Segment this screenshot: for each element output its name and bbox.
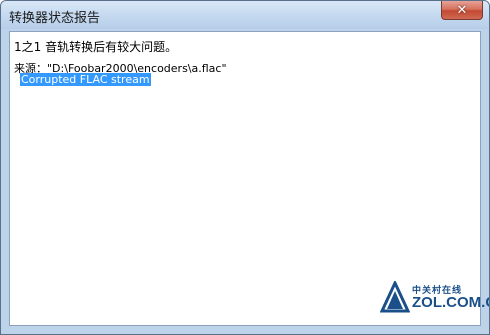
zol-watermark: 中关村在线 ZOL.COM.CN [380, 281, 489, 315]
window-title: 转换器状态报告 [9, 11, 101, 26]
error-message-selected[interactable]: Corrupted FLAC stream [20, 73, 151, 86]
watermark-en-text: ZOL.COM.CN [412, 294, 489, 311]
close-button[interactable]: ✕ [441, 1, 483, 20]
report-text-area[interactable]: 1之1 音轨转换后有较大问题。 来源："D:\Foobar2000\encode… [9, 31, 489, 326]
title-bar[interactable]: 转换器状态报告 ✕ [1, 1, 489, 29]
zol-logo-icon [380, 281, 410, 313]
converter-status-dialog: 转换器状态报告 ✕ 1之1 音轨转换后有较大问题。 来源："D:\Foobar2… [0, 0, 490, 335]
close-icon: ✕ [456, 2, 468, 18]
report-summary: 1之1 音轨转换后有较大问题。 [14, 40, 178, 54]
